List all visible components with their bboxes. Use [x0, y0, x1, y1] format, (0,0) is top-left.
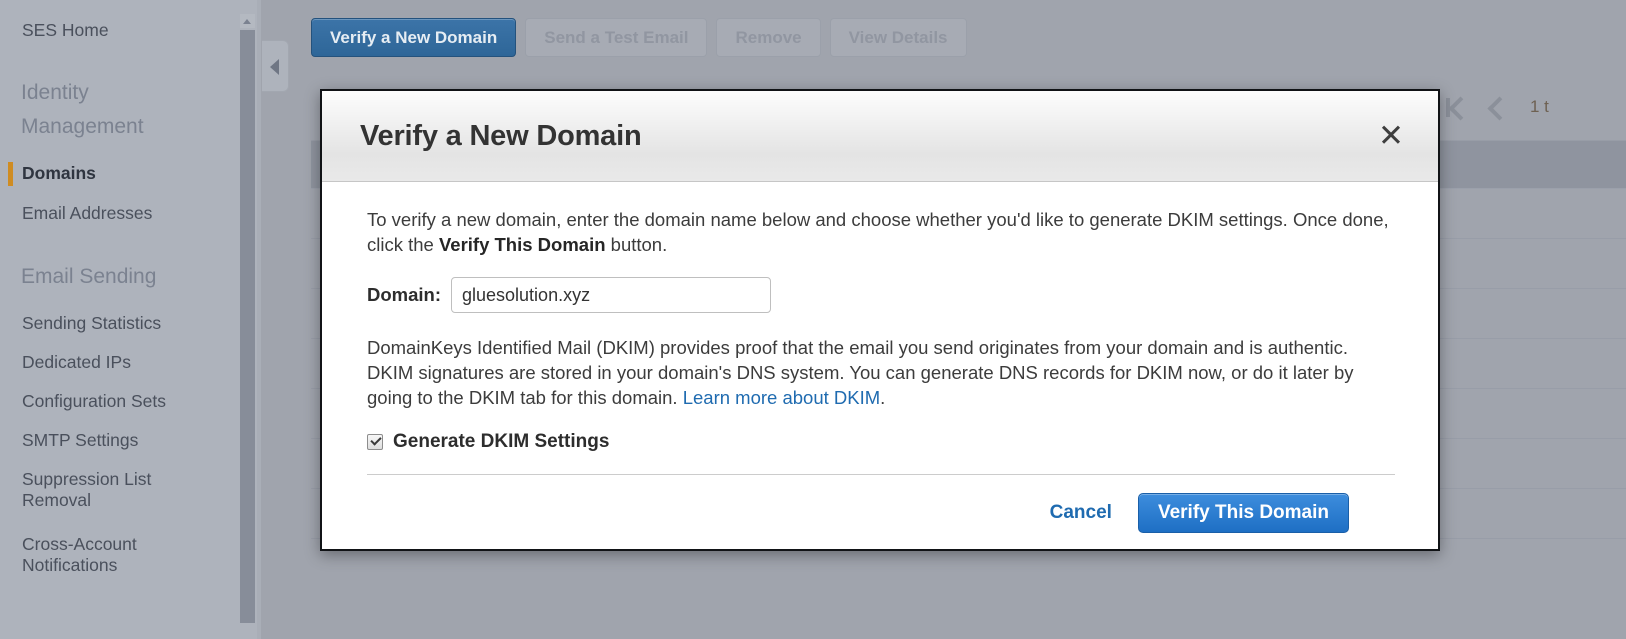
- pagination-range-label: 1 t: [1530, 97, 1549, 116]
- dialog-intro-text: To verify a new domain, enter the domain…: [367, 207, 1396, 257]
- previous-page-icon[interactable]: [1487, 94, 1513, 120]
- dkim-description-period: .: [880, 387, 886, 408]
- view-details-button[interactable]: View Details: [829, 18, 967, 57]
- sidebar-item-email-addresses[interactable]: Email Addresses: [22, 203, 152, 224]
- dialog-footer: Cancel Verify This Domain: [367, 475, 1396, 533]
- sidebar-item-domains[interactable]: Domains: [22, 163, 96, 184]
- navigation-sidebar: SES Home Identity Management Domains Ema…: [0, 0, 238, 639]
- dkim-description-text: DomainKeys Identified Mail (DKIM) provid…: [367, 335, 1396, 410]
- sidebar-divider: [257, 0, 261, 639]
- selected-item-marker: [8, 162, 13, 186]
- first-page-icon[interactable]: [1444, 94, 1470, 120]
- intro-text-part-2: button.: [605, 234, 668, 255]
- sidebar-heading-identity-management: Identity Management: [21, 81, 144, 138]
- dialog-header: Verify a New Domain ✕: [322, 91, 1438, 182]
- domain-field-row: Domain:: [367, 277, 1396, 313]
- remove-button[interactable]: Remove: [716, 18, 821, 57]
- verify-domain-dialog: Verify a New Domain ✕ To verify a new do…: [320, 89, 1440, 551]
- domain-input[interactable]: [451, 277, 771, 313]
- learn-more-about-dkim-link[interactable]: Learn more about DKIM: [683, 387, 880, 408]
- sidebar-scrollbar-thumb[interactable]: [240, 30, 255, 623]
- sidebar-item-smtp-settings[interactable]: SMTP Settings: [22, 430, 138, 451]
- intro-text-emphasis: Verify This Domain: [438, 234, 606, 255]
- generate-dkim-checkbox[interactable]: [367, 434, 383, 450]
- sidebar-heading-email-sending: Email Sending: [21, 265, 157, 288]
- ses-console-screen: SES Home Identity Management Domains Ema…: [0, 0, 1626, 639]
- dialog-title: Verify a New Domain: [360, 119, 642, 152]
- sidebar-item-sending-statistics[interactable]: Sending Statistics: [22, 313, 161, 334]
- sidebar-item-suppression-list-removal[interactable]: Suppression List Removal: [22, 469, 151, 511]
- cancel-button[interactable]: Cancel: [1050, 502, 1112, 524]
- verify-this-domain-button[interactable]: Verify This Domain: [1137, 493, 1349, 533]
- dialog-body: To verify a new domain, enter the domain…: [322, 182, 1438, 549]
- triangle-up-icon[interactable]: [240, 14, 255, 28]
- domain-field-label: Domain:: [367, 284, 441, 305]
- pagination-controls: 1 t: [1444, 94, 1549, 120]
- sidebar-item-cross-account-notifications[interactable]: Cross-Account Notifications: [22, 534, 137, 576]
- sidebar-item-dedicated-ips[interactable]: Dedicated IPs: [22, 352, 131, 373]
- domains-toolbar: Verify a New Domain Send a Test Email Re…: [311, 18, 967, 57]
- send-a-test-email-button[interactable]: Send a Test Email: [525, 18, 708, 57]
- sidebar-item-configuration-sets[interactable]: Configuration Sets: [22, 391, 166, 412]
- close-icon[interactable]: ✕: [1375, 120, 1407, 152]
- generate-dkim-label[interactable]: Generate DKIM Settings: [393, 431, 609, 453]
- sidebar-item-ses-home[interactable]: SES Home: [22, 20, 109, 41]
- chevron-left-icon[interactable]: [262, 40, 289, 92]
- generate-dkim-row: Generate DKIM Settings: [367, 431, 1396, 453]
- verify-a-new-domain-button[interactable]: Verify a New Domain: [311, 18, 517, 57]
